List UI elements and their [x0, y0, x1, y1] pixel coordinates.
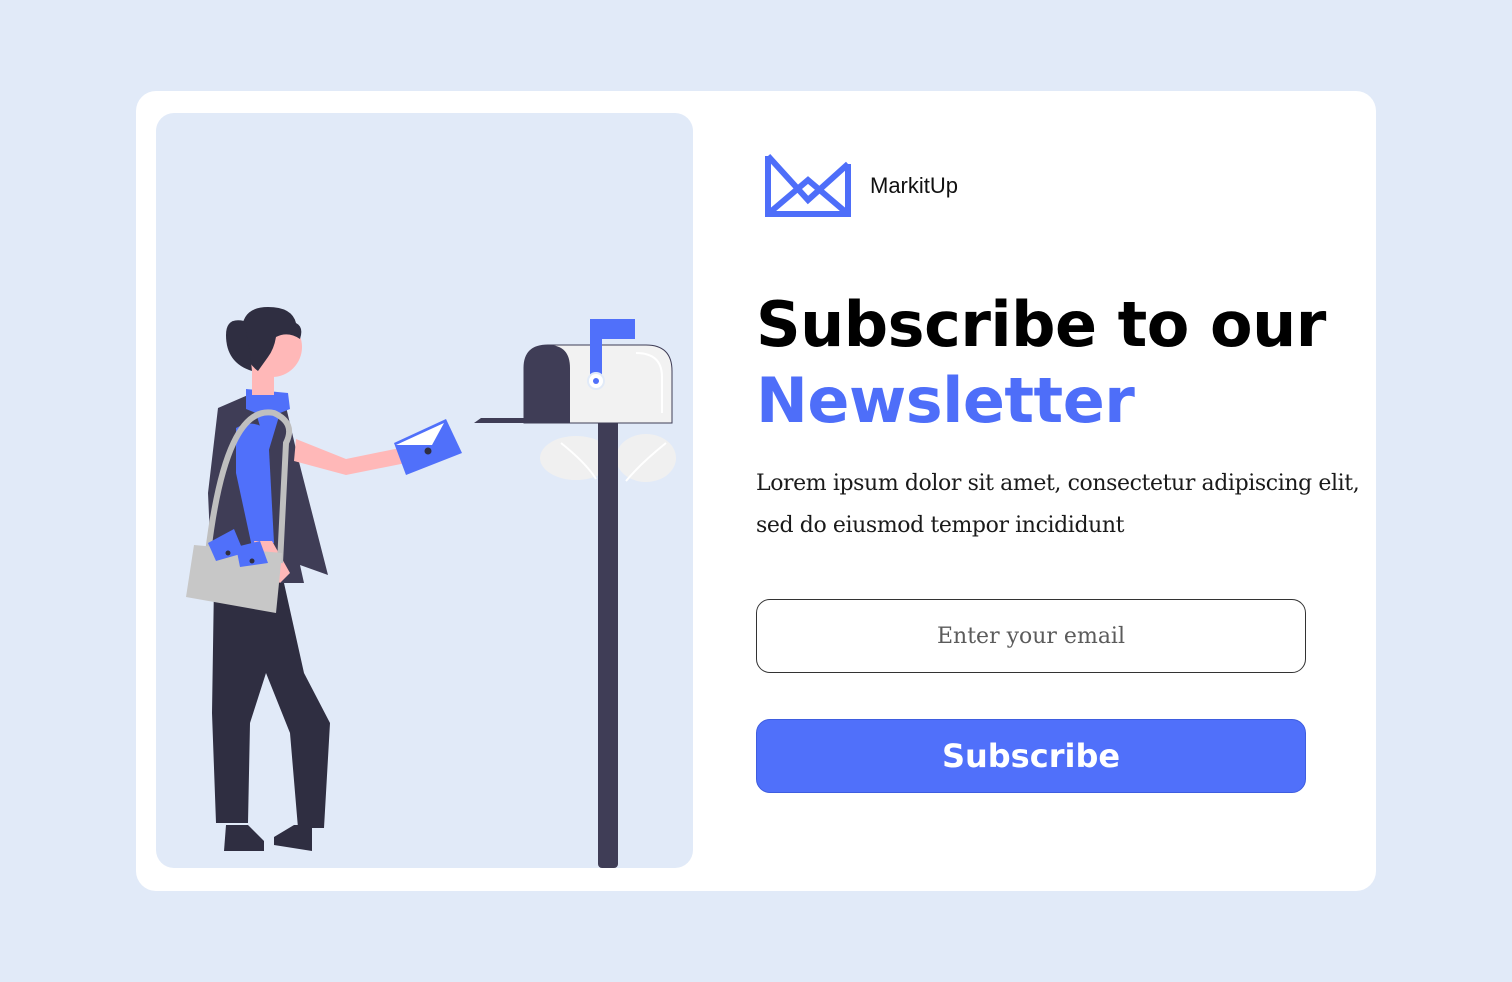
man-arm: [294, 439, 406, 475]
man-shoe-right: [274, 825, 312, 851]
subscribe-button[interactable]: Subscribe: [756, 719, 1306, 793]
email-input[interactable]: [756, 599, 1306, 673]
mailbox-post: [598, 413, 618, 868]
mailbox-door: [524, 345, 570, 423]
mailman-illustration: [186, 307, 676, 868]
man-shoe-left: [224, 825, 264, 851]
plant-leaf-right: [616, 434, 676, 482]
title-line-2: Newsletter: [756, 364, 1135, 437]
newsletter-card: MarkitUp Subscribe to our Newsletter Lor…: [136, 91, 1376, 891]
man-legs: [212, 583, 330, 828]
description-text: Lorem ipsum dolor sit amet, consectetur …: [756, 471, 1360, 538]
illustration-panel: [156, 113, 693, 868]
envelope-logo-icon: [765, 153, 851, 217]
title-line-1: Subscribe to our: [756, 288, 1326, 361]
brand-name: MarkitUp: [870, 173, 959, 198]
brand: MarkitUp: [764, 152, 958, 220]
letter-in-hand: [394, 419, 462, 475]
page-title: Subscribe to our Newsletter: [756, 287, 1326, 439]
